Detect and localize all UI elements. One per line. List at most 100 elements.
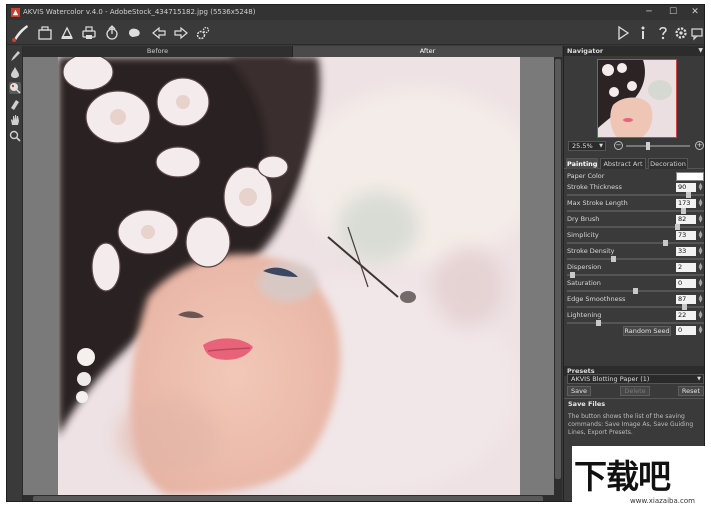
param-slider[interactable] <box>567 192 704 198</box>
param-slider[interactable] <box>567 320 704 326</box>
drop-tool-icon[interactable] <box>9 66 21 78</box>
param-value-field[interactable]: 173 <box>676 199 696 208</box>
tab-abstract-art[interactable]: Abstract Art <box>600 158 646 169</box>
preset-save-button[interactable]: Save <box>567 386 591 396</box>
paint-tool-icon[interactable] <box>9 82 21 94</box>
stepper-icon[interactable]: ▲ ▼ <box>697 295 704 304</box>
param-slider[interactable] <box>567 208 704 214</box>
stepper-icon[interactable]: ▲ ▼ <box>697 199 704 208</box>
param-dry-brush: Dry Brush 82 ▲ ▼ <box>567 215 704 230</box>
print-icon[interactable] <box>81 25 97 41</box>
param-value-field[interactable]: 2 <box>676 263 696 272</box>
param-slider-knob[interactable] <box>663 240 668 246</box>
open-icon[interactable] <box>37 25 53 41</box>
horizontal-scroll-thumb[interactable] <box>33 496 543 501</box>
tool-strip <box>7 46 23 501</box>
zoom-out-button[interactable]: − <box>614 141 623 150</box>
settings-gears-icon[interactable] <box>195 25 211 41</box>
param-slider[interactable] <box>567 272 704 278</box>
stepper-icon[interactable]: ▲ ▼ <box>697 215 704 224</box>
param-value-field[interactable]: 82 <box>676 215 696 224</box>
horizontal-scrollbar[interactable] <box>23 495 562 501</box>
param-slider[interactable] <box>567 304 704 310</box>
param-stroke-thickness: Stroke Thickness 90 ▲ ▼ <box>567 183 704 198</box>
eraser-tool-icon[interactable] <box>9 98 21 110</box>
param-slider[interactable] <box>567 240 704 246</box>
vertical-scroll-thumb[interactable] <box>555 59 561 479</box>
zoom-tool-icon[interactable] <box>9 130 21 142</box>
random-seed-value[interactable]: 0 <box>676 326 696 335</box>
tab-before[interactable]: Before <box>23 46 293 57</box>
param-slider[interactable] <box>567 224 704 230</box>
save-icon[interactable] <box>59 25 75 41</box>
zoom-select[interactable]: 25.5% ▼ <box>568 141 606 151</box>
paper-color-swatch[interactable] <box>676 172 704 181</box>
info-icon[interactable] <box>635 25 651 41</box>
settings-panel: Navigator ▼ 25.5% ▼ − + Painting Abstrac… <box>563 46 704 501</box>
param-slider-knob[interactable] <box>686 192 691 198</box>
feedback-icon[interactable] <box>691 25 703 41</box>
param-slider-knob[interactable] <box>675 224 680 230</box>
param-slider-knob[interactable] <box>681 208 686 214</box>
window-title: AKVIS Watercolor v.4.0 - AdobeStock_4347… <box>23 8 256 16</box>
brush-tool-icon[interactable] <box>9 50 21 62</box>
help-icon[interactable] <box>655 25 671 41</box>
param-value-field[interactable]: 73 <box>676 231 696 240</box>
tab-after[interactable]: After <box>293 46 562 57</box>
stepper-icon[interactable]: ▲ ▼ <box>697 231 704 240</box>
main-toolbar <box>7 20 704 45</box>
zoom-slider[interactable] <box>626 142 690 150</box>
param-slider-knob[interactable] <box>682 304 687 310</box>
run-icon[interactable] <box>615 25 631 41</box>
tab-decoration[interactable]: Decoration <box>648 158 688 169</box>
preset-select[interactable]: AKVIS Blotting Paper (1) ▼ <box>567 374 704 384</box>
param-slider[interactable] <box>567 288 704 294</box>
param-slider-knob[interactable] <box>633 288 638 294</box>
navigator-preview[interactable] <box>597 59 677 138</box>
view-tabs: Before After <box>23 46 562 57</box>
undo-arrow-icon[interactable] <box>151 25 167 41</box>
hint-text: The button shows the list of the saving … <box>568 413 694 436</box>
param-slider-knob[interactable] <box>611 256 616 262</box>
watermark-url: www.xiazaiba.com <box>630 497 695 505</box>
param-value-field[interactable]: 22 <box>676 311 696 320</box>
watermark: 下载吧 www.xiazaiba.com <box>572 446 711 508</box>
stepper-icon[interactable]: ▲ ▼ <box>697 183 704 192</box>
random-seed-button[interactable]: Random Seed <box>623 326 671 336</box>
stepper-icon[interactable]: ▲ ▼ <box>697 279 704 288</box>
stepper-icon[interactable]: ▲ ▼ <box>697 311 704 320</box>
param-label: Saturation <box>567 279 601 287</box>
preset-delete-button[interactable]: Delete <box>620 386 650 396</box>
param-label: Max Stroke Length <box>567 199 628 207</box>
canvas-area[interactable] <box>23 57 554 495</box>
watercolor-artwork[interactable] <box>58 57 520 495</box>
close-button[interactable]: ✕ <box>684 5 704 20</box>
app-window: AKVIS Watercolor v.4.0 - AdobeStock_4347… <box>6 4 705 502</box>
chevron-down-icon: ▼ <box>697 376 701 382</box>
param-slider-knob[interactable] <box>570 272 575 278</box>
share-icon[interactable] <box>104 25 120 41</box>
hand-tool-icon[interactable] <box>9 114 21 126</box>
zoom-controls: 25.5% ▼ − + <box>568 141 704 151</box>
minimize-button[interactable]: ─ <box>638 5 660 20</box>
param-value-field[interactable]: 0 <box>676 279 696 288</box>
vertical-scrollbar[interactable] <box>554 57 562 495</box>
stepper-icon[interactable]: ▲ ▼ <box>697 326 704 335</box>
collapse-icon[interactable]: ▼ <box>698 46 703 56</box>
redo-arrow-icon[interactable] <box>173 25 189 41</box>
preset-reset-button[interactable]: Reset <box>678 386 704 396</box>
param-label: Stroke Density <box>567 247 615 255</box>
plugin-icon[interactable] <box>127 25 143 41</box>
preferences-icon[interactable] <box>673 25 689 41</box>
watercolor-logo-icon <box>11 23 29 43</box>
param-slider[interactable] <box>567 256 704 262</box>
zoom-in-button[interactable]: + <box>695 141 704 150</box>
maximize-button[interactable]: ☐ <box>662 5 684 20</box>
param-value-field[interactable]: 87 <box>676 295 696 304</box>
zoom-slider-knob[interactable] <box>646 142 650 150</box>
stepper-icon[interactable]: ▲ ▼ <box>697 263 704 272</box>
tab-painting[interactable]: Painting <box>566 158 598 169</box>
param-value-field[interactable]: 90 <box>676 183 696 192</box>
stepper-icon[interactable]: ▲ ▼ <box>697 247 704 256</box>
param-value-field[interactable]: 33 <box>676 247 696 256</box>
